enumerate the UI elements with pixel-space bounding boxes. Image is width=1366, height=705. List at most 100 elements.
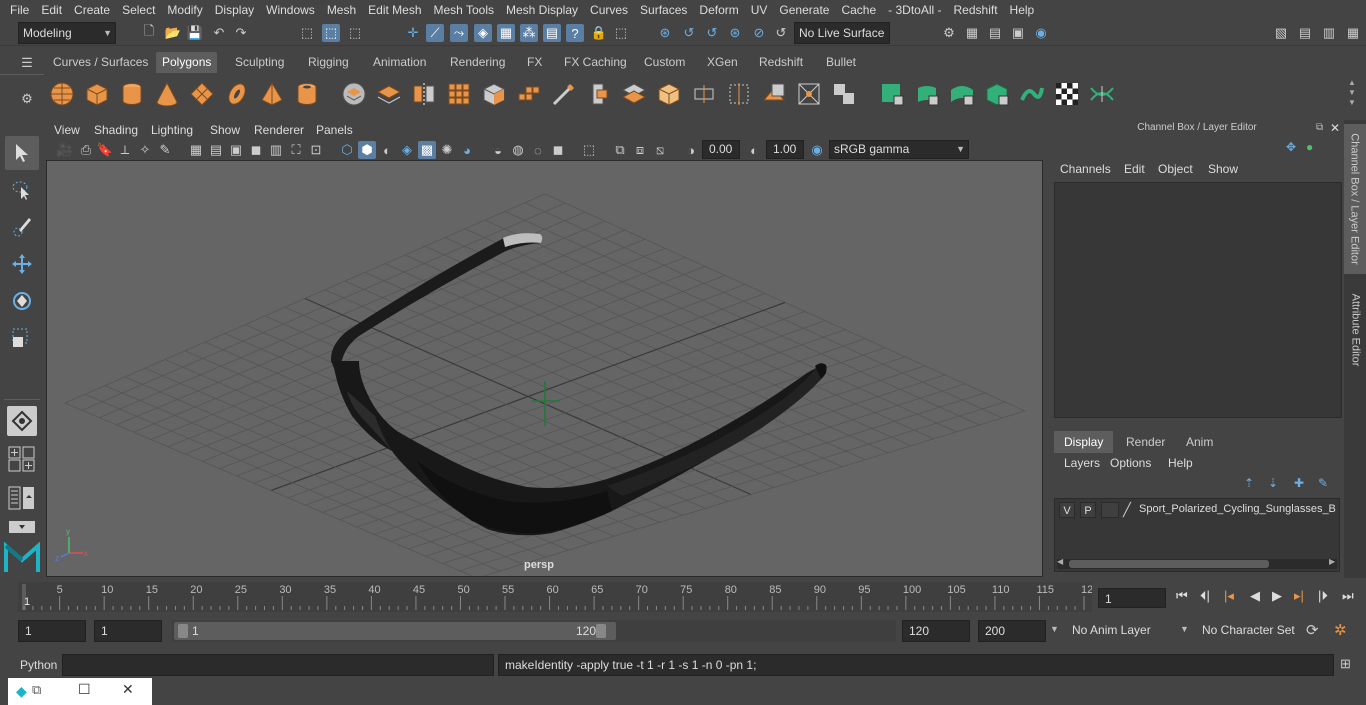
depth-of-field-icon[interactable]: ◼ [549, 141, 567, 159]
new-scene-icon[interactable]: 🗋 [140, 23, 158, 42]
fill-hole-icon[interactable] [795, 80, 823, 108]
anim-preferences-icon[interactable]: ✲ [1334, 621, 1347, 639]
step-forward-icon[interactable]: |⏵ [1318, 588, 1328, 604]
menu-curves[interactable]: Curves [584, 0, 634, 20]
xray-active-icon[interactable]: ⧈ [631, 141, 649, 159]
snap-curve-icon[interactable]: ⟋ [426, 24, 444, 42]
bridge-icon[interactable] [620, 80, 648, 108]
shelf-tab-xgen[interactable]: XGen [701, 52, 744, 73]
chevron-down-icon[interactable]: ▼ [1180, 624, 1189, 634]
menu-mesh-display[interactable]: Mesh Display [500, 0, 584, 20]
range-end-grip[interactable] [596, 624, 606, 638]
mirror-icon[interactable] [410, 80, 438, 108]
ipr-render-icon[interactable]: ▤ [986, 24, 1004, 42]
layer-scroll-thumb[interactable] [1069, 560, 1269, 568]
grease-pencil-icon[interactable]: ✧ [136, 141, 154, 159]
resolution-gate-icon[interactable]: ▣ [227, 141, 245, 159]
safe-title-icon[interactable]: ⊡ [307, 141, 325, 159]
restore-icon[interactable]: ⧉ [32, 682, 41, 698]
manipulator-icon[interactable]: ✥ [1286, 140, 1300, 154]
image-plane-icon[interactable]: ⟂ [116, 141, 134, 159]
layer-menu-layers[interactable]: Layers [1064, 456, 1100, 470]
render-settings-icon[interactable]: ⚙ [940, 24, 958, 42]
open-scene-icon[interactable]: 📂 [164, 24, 182, 42]
shelf-tab-curves-surfaces[interactable]: Curves / Surfaces [47, 52, 154, 73]
layer-tab-display[interactable]: Display [1054, 431, 1114, 453]
poly-torus-icon[interactable] [223, 80, 251, 108]
save-scene-icon[interactable]: 💾 [186, 24, 204, 42]
shelf-tab-custom[interactable]: Custom [638, 52, 691, 73]
go-to-end-icon[interactable]: ⏭ [1342, 588, 1354, 604]
perspective-viewport[interactable]: y x z persp [46, 160, 1043, 577]
uv-checker-icon[interactable] [1053, 80, 1081, 108]
menu-generate[interactable]: Generate [773, 0, 835, 20]
exposure-field[interactable]: 0.00 [702, 140, 740, 159]
current-frame-field[interactable]: 1 [1098, 588, 1166, 608]
redo-icon[interactable]: ↷ [232, 24, 250, 42]
side-tab-attribute-editor[interactable]: Attribute Editor [1344, 282, 1366, 378]
play-forward-icon[interactable]: ▶ [1272, 588, 1282, 604]
extrude-icon[interactable] [585, 80, 613, 108]
bevel-icon[interactable] [515, 80, 543, 108]
cb-menu-object[interactable]: Object [1158, 162, 1193, 176]
history-icon[interactable]: ⊛ [656, 24, 674, 42]
go-to-start-icon[interactable]: ⏮ [1176, 588, 1188, 604]
layer-type-toggle[interactable] [1101, 502, 1119, 518]
menu-windows[interactable]: Windows [260, 0, 321, 20]
float-panel-icon[interactable]: ⧉ [1316, 122, 1328, 134]
motion-blur-icon[interactable]: ◍ [509, 141, 527, 159]
hypershade-icon[interactable]: ◉ [1032, 24, 1050, 42]
camera-select-icon[interactable]: 🎥 [56, 141, 74, 159]
separate-icon[interactable] [375, 80, 403, 108]
playback-start-field[interactable]: 1 [94, 620, 162, 642]
ambient-occlusion-icon[interactable]: ◒ [489, 141, 507, 159]
backface-icon[interactable]: ⧅ [651, 141, 669, 159]
use-all-lights-icon[interactable]: ✺ [438, 141, 456, 159]
menu-help[interactable]: Help [1004, 0, 1041, 20]
layer-tab-anim[interactable]: Anim [1176, 431, 1223, 453]
character-set-select[interactable]: No Character Set [1198, 620, 1298, 642]
construction-icon[interactable]: ↺ [680, 24, 698, 42]
snap-vertex-icon[interactable]: ⁂ [520, 24, 538, 42]
maximize-icon[interactable]: ☐ [78, 681, 91, 698]
snap-view-icon[interactable]: ◈ [474, 24, 492, 42]
target-weld-icon[interactable] [690, 80, 718, 108]
snap-surface-icon[interactable]: ▦ [497, 24, 515, 42]
cb-menu-edit[interactable]: Edit [1124, 162, 1145, 176]
snap-live-icon[interactable]: ▤ [543, 24, 561, 42]
render-frame-icon[interactable]: ▦ [963, 24, 981, 42]
paint-select-tool-icon[interactable] [5, 210, 39, 244]
film-gate-icon[interactable]: ▤ [207, 141, 225, 159]
render-view-icon[interactable]: ▣ [1009, 24, 1027, 42]
cb-menu-channels[interactable]: Channels [1060, 162, 1111, 176]
vp-menu-shading[interactable]: Shading [94, 120, 138, 140]
safe-action-icon[interactable]: ⛶ [287, 141, 305, 159]
combine-icon[interactable] [340, 80, 368, 108]
field-chart-icon[interactable]: ▥ [267, 141, 285, 159]
last-tool-icon[interactable] [7, 406, 37, 436]
move-layer-up-icon[interactable]: ⇡ [1244, 476, 1254, 490]
uv-planar-icon[interactable] [878, 80, 906, 108]
help-snap-icon[interactable]: ? [566, 24, 584, 42]
start-time-field[interactable]: 1 [18, 620, 86, 642]
select-hierarchy-icon[interactable]: ⬚ [298, 24, 316, 42]
range-start-grip[interactable] [178, 624, 188, 638]
select-tool-icon[interactable] [5, 136, 39, 170]
close-icon[interactable]: ✕ [1330, 121, 1342, 135]
scroll-left-icon[interactable]: ◀ [1057, 557, 1063, 566]
layer-color-icon[interactable]: ╱ [1123, 502, 1131, 518]
menu-3dtoall[interactable]: - 3DtoAll - [882, 0, 947, 20]
anti-aliasing-icon[interactable]: ◌ [529, 141, 547, 159]
snap-grid-icon[interactable]: ✛ [404, 24, 422, 42]
isolate-select-icon[interactable]: ⬚ [580, 141, 598, 159]
menu-deform[interactable]: Deform [693, 0, 744, 20]
close-window-icon[interactable]: ✕ [122, 681, 134, 698]
vp-menu-lighting[interactable]: Lighting [151, 120, 193, 140]
shelf-tab-rigging[interactable]: Rigging [302, 52, 355, 73]
multicut-icon[interactable] [550, 80, 578, 108]
gamma-field[interactable]: 1.00 [766, 140, 804, 159]
vp-menu-view[interactable]: View [54, 120, 80, 140]
layer-tab-render[interactable]: Render [1116, 431, 1175, 453]
smooth-icon[interactable] [445, 80, 473, 108]
shelf-settings-icon[interactable]: ⚙ [18, 90, 36, 108]
